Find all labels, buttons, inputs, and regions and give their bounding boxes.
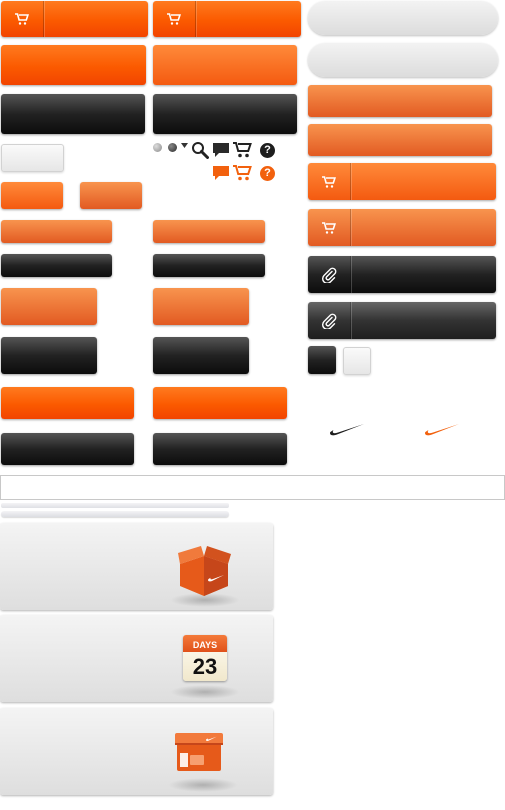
attach-button-1[interactable] [308,256,496,293]
dark-button-medium-2[interactable] [153,337,249,374]
grey-pill-button-1[interactable] [308,1,498,35]
radio-dot-light[interactable] [153,143,162,152]
dark-bar-thin-1[interactable] [1,254,112,277]
white-square-button[interactable] [343,347,371,375]
paperclip-icon [321,267,337,283]
text-field[interactable] [0,475,505,500]
dark-button-large-1[interactable] [1,94,145,134]
dark-bar-thin-2[interactable] [153,254,265,277]
calendar-day: 23 [192,654,218,679]
orange-bar-thin-1[interactable] [1,220,112,243]
orange-button-large-2[interactable] [153,45,297,85]
orange-button-large-1[interactable] [1,45,146,85]
shoebox-icon [175,733,223,771]
paperclip-icon [321,313,337,329]
swoosh-logo [330,424,364,436]
cart-icon [15,13,29,25]
promo-card-calendar[interactable]: DAYS 23 [0,615,273,702]
orange-button-small-2[interactable] [80,182,142,209]
radio-dot-dark[interactable] [168,143,177,152]
dark-button-wide-2[interactable] [153,433,287,465]
attach-segment [308,302,351,339]
help-icon-orange[interactable]: ? [260,166,275,181]
dark-square-button[interactable] [308,346,336,374]
cart-icon [322,221,336,234]
cart-icon-orange[interactable] [233,165,253,181]
cart-segment [1,1,44,37]
help-icon[interactable]: ? [260,143,275,158]
dark-button-wide-1[interactable] [1,433,134,465]
calendar-label: DAYS [192,640,218,650]
cart-button-2[interactable] [153,1,301,37]
comment-icon-orange[interactable] [212,165,230,181]
white-button-small[interactable] [1,144,64,172]
chevron-down-icon[interactable] [181,143,188,148]
calendar-icon: DAYS 23 [183,635,227,681]
search-icon[interactable] [191,141,209,159]
cart-segment [153,1,196,37]
attach-button-2[interactable] [308,302,496,339]
cart-segment [308,209,351,246]
cart-segment [308,163,351,200]
dark-button-large-2[interactable] [153,94,297,134]
cart-button-1[interactable] [1,1,148,37]
separator-bar [1,503,229,508]
orange-button-medium-2[interactable] [153,288,249,325]
orange-button-small-1[interactable] [1,182,63,209]
separator-bar [1,511,229,517]
cart-icon[interactable] [233,142,253,158]
promo-card-box[interactable] [0,523,273,610]
grey-pill-button-2[interactable] [308,43,498,77]
orange-button-flat-2[interactable] [308,124,492,156]
orange-button-wide-1[interactable] [1,387,134,419]
cart-button-4[interactable] [308,209,496,246]
dark-button-medium-1[interactable] [1,337,97,374]
swoosh-logo-orange [425,424,459,436]
cart-icon [322,175,336,188]
cart-icon [167,13,181,25]
comment-icon[interactable] [212,142,230,158]
orange-button-wide-2[interactable] [153,387,287,419]
box-icon [178,546,231,596]
cart-button-3[interactable] [308,163,496,200]
orange-button-medium-1[interactable] [1,288,97,325]
orange-bar-thin-2[interactable] [153,220,265,243]
attach-segment [308,256,351,293]
promo-card-shoebox[interactable] [0,708,273,795]
orange-button-flat-1[interactable] [308,85,492,117]
